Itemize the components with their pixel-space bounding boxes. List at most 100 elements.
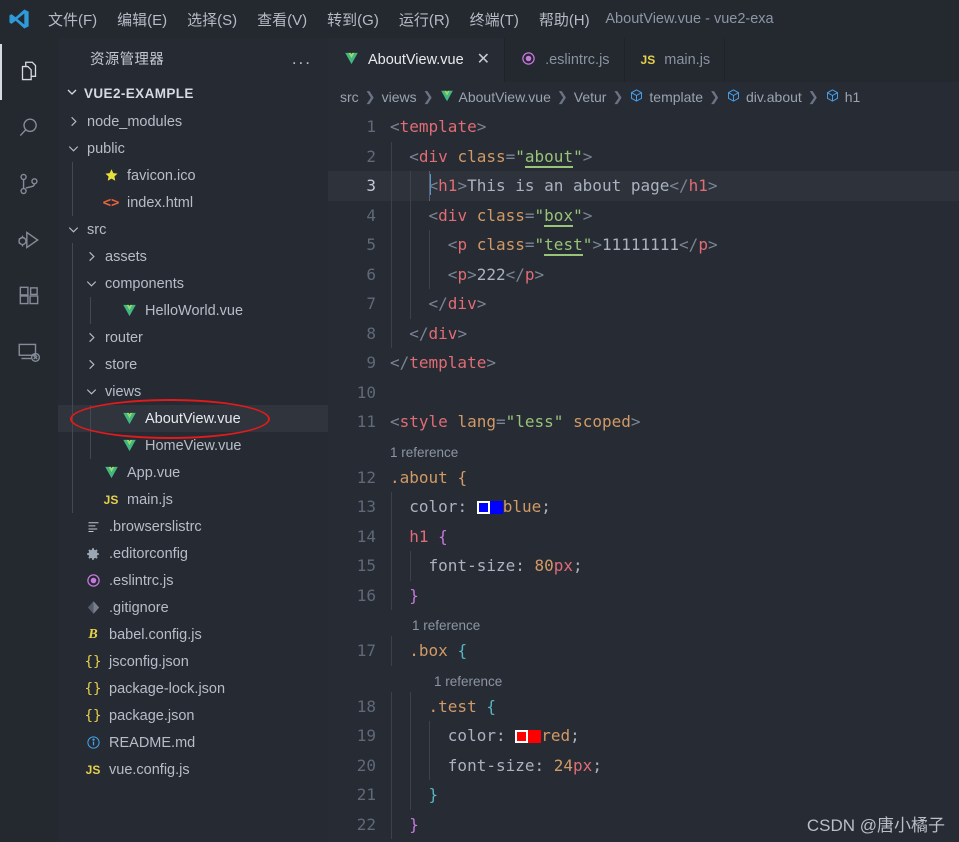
explorer-more-actions-icon[interactable]: ... xyxy=(292,50,312,67)
tab-close-icon[interactable]: ✕ xyxy=(477,52,490,68)
code-editor[interactable]: 1 <template> 2 <div class="about"> 3 <h1>Th… xyxy=(328,112,959,842)
tree-item-readme-md[interactable]: README.md xyxy=(58,729,328,756)
tree-item-eslintrc-js[interactable]: .eslintrc.js xyxy=(58,567,328,594)
tab-eslintrc-js[interactable]: .eslintrc.js xyxy=(505,38,625,82)
code-line[interactable]: 9 </template> xyxy=(328,348,959,378)
tree-item-package-lock-json[interactable]: {} package-lock.json xyxy=(58,675,328,702)
code-line[interactable]: 6 <p>222</p> xyxy=(328,259,959,289)
tree-item-src[interactable]: src xyxy=(58,216,328,243)
code-line[interactable]: 22 } xyxy=(328,809,959,839)
line-number: 13 xyxy=(356,497,376,516)
tree-item-app-vue[interactable]: App.vue xyxy=(58,459,328,486)
tree-item-index-html[interactable]: <> index.html xyxy=(58,189,328,216)
code-line[interactable]: 8 </div> xyxy=(328,318,959,348)
line-number: 8 xyxy=(366,323,376,343)
tree-item-components[interactable]: components xyxy=(58,270,328,297)
code-line[interactable]: 21 } xyxy=(328,780,959,810)
tree-item-views[interactable]: views xyxy=(58,378,328,405)
tree-item-package-json[interactable]: {} package.json xyxy=(58,702,328,729)
color-swatch[interactable] xyxy=(489,501,503,514)
tree-item-helloworld-vue[interactable]: HelloWorld.vue xyxy=(58,297,328,324)
tree-item-browserslistrc[interactable]: .browserslistrc xyxy=(58,513,328,540)
code-line[interactable]: 17 .box { xyxy=(328,636,959,666)
tree-item-gitignore[interactable]: .gitignore xyxy=(58,594,328,621)
code-line[interactable]: 10 xyxy=(328,378,959,408)
code-line[interactable]: 12 .about { xyxy=(328,463,959,493)
tree-item-node-modules[interactable]: node_modules xyxy=(58,108,328,135)
breadcrumb-item-aboutview-vue[interactable]: AboutView.vue xyxy=(440,89,551,106)
tree-item-label: favicon.ico xyxy=(127,167,196,184)
menu-terminal[interactable]: 终端(T) xyxy=(460,6,529,33)
tree-root-vue2-example[interactable]: VUE2-EXAMPLE xyxy=(58,78,328,108)
code-line[interactable]: 15 font-size: 80px; xyxy=(328,551,959,581)
tree-item-main-js[interactable]: JS main.js xyxy=(58,486,328,513)
activitybar-explorer[interactable] xyxy=(0,44,58,100)
tree-item-router[interactable]: router xyxy=(58,324,328,351)
codelens-reference-link[interactable]: 1 reference xyxy=(434,674,502,689)
color-swatch[interactable] xyxy=(528,730,542,743)
code-line[interactable]: 18 .test { xyxy=(328,691,959,721)
color-swatch-bordered[interactable] xyxy=(515,730,529,743)
menu-view[interactable]: 查看(V) xyxy=(247,6,317,33)
activitybar-source-control[interactable] xyxy=(0,156,58,212)
breadcrumb-item-src[interactable]: src xyxy=(340,89,359,105)
vue-icon xyxy=(344,51,359,70)
color-swatch-bordered[interactable] xyxy=(476,501,490,514)
code-line-content: } xyxy=(390,780,959,810)
code-line[interactable]: 4 <div class="box"> xyxy=(328,200,959,230)
line-number: 18 xyxy=(356,696,376,716)
tree-item-favicon-ico[interactable]: favicon.ico xyxy=(58,162,328,189)
file-tree: VUE2-EXAMPLE node_modules public favicon.i… xyxy=(58,78,328,842)
breadcrumb-item-h1[interactable]: h1 xyxy=(825,88,860,106)
code-line[interactable]: 11 <style lang="less" scoped> xyxy=(328,407,959,437)
tree-item-homeview-vue[interactable]: HomeView.vue xyxy=(58,432,328,459)
activitybar-run-debug[interactable] xyxy=(0,212,58,268)
breadcrumb-item-template[interactable]: template xyxy=(629,88,703,106)
tab-aboutview-vue[interactable]: AboutView.vue ✕ xyxy=(328,38,506,82)
tree-item-public[interactable]: public xyxy=(58,135,328,162)
code-line-content xyxy=(390,378,959,408)
activitybar-search[interactable] xyxy=(0,100,58,156)
codelens-reference-link[interactable]: 1 reference xyxy=(390,445,458,460)
codelens-reference-link[interactable]: 1 reference xyxy=(412,618,480,633)
menu-edit[interactable]: 编辑(E) xyxy=(107,6,177,33)
breadcrumb-item-div-about[interactable]: div.about xyxy=(726,88,802,106)
code-line[interactable]: 5 <p class="test">11111111</p> xyxy=(328,230,959,260)
code-line-content: <style lang="less" scoped> xyxy=(390,412,641,431)
code-line[interactable]: 7 </div> xyxy=(328,289,959,319)
menu-run[interactable]: 运行(R) xyxy=(389,6,460,33)
tree-item-label: .gitignore xyxy=(109,599,169,616)
menu-file[interactable]: 文件(F) xyxy=(38,6,107,33)
code-line[interactable]: 19 color: red; xyxy=(328,721,959,751)
activitybar-extensions[interactable] xyxy=(0,268,58,324)
chevron-down-icon xyxy=(64,222,82,237)
tree-item-babel-config-js[interactable]: Bbabel.config.js xyxy=(58,621,328,648)
code-line[interactable]: 2 <div class="about"> xyxy=(328,141,959,171)
tree-item-jsconfig-json[interactable]: {} jsconfig.json xyxy=(58,648,328,675)
activitybar-remote-explorer[interactable] xyxy=(0,324,58,380)
explorer-files-icon xyxy=(16,59,42,85)
code-indent-guide xyxy=(410,750,412,780)
menu-go[interactable]: 转到(G) xyxy=(317,6,389,33)
line-number: 22 xyxy=(356,814,376,834)
breadcrumb-item-views[interactable]: views xyxy=(382,89,417,105)
code-line-content: .test { xyxy=(390,691,959,721)
tree-item-aboutview-vue[interactable]: AboutView.vue xyxy=(58,405,328,432)
code-line[interactable]: 16 } xyxy=(328,580,959,610)
tree-item-assets[interactable]: assets xyxy=(58,243,328,270)
tab-main-js[interactable]: JS main.js xyxy=(624,38,726,82)
line-number: 4 xyxy=(366,205,376,225)
menu-selection[interactable]: 选择(S) xyxy=(177,6,247,33)
code-line[interactable]: 14 h1 { xyxy=(328,521,959,551)
breadcrumb-item-vetur[interactable]: Vetur xyxy=(574,89,607,105)
code-line[interactable]: 1 <template> xyxy=(328,112,959,142)
tree-indent-guide xyxy=(72,432,73,459)
tree-item-editorconfig[interactable]: .editorconfig xyxy=(58,540,328,567)
code-line[interactable]: 13 color: blue; xyxy=(328,492,959,522)
code-line[interactable]: 3 <h1>This is an about page</h1> xyxy=(328,171,959,201)
menu-help[interactable]: 帮助(H) xyxy=(529,6,600,33)
code-line[interactable]: 20 font-size: 24px; xyxy=(328,750,959,780)
tree-item-store[interactable]: store xyxy=(58,351,328,378)
js-icon: JS xyxy=(640,53,656,67)
tree-item-vue-config-js[interactable]: JS vue.config.js xyxy=(58,756,328,783)
